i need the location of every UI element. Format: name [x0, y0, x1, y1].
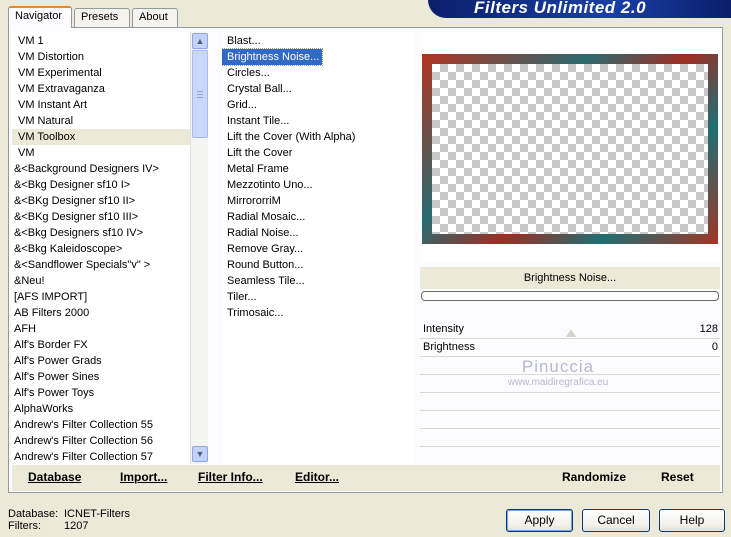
filter-item[interactable]: Round Button... — [222, 257, 306, 273]
param-label: Brightness — [423, 341, 475, 353]
reset-button[interactable]: Reset — [661, 470, 694, 484]
filter-item[interactable]: Radial Mosaic... — [222, 209, 308, 225]
filter-item[interactable]: Lift the Cover — [222, 145, 295, 161]
filter-item[interactable]: Mezzotinto Uno... — [222, 177, 316, 193]
param-row-empty — [420, 447, 720, 465]
filter-item[interactable]: Metal Frame — [222, 161, 292, 177]
filter-item[interactable]: Tiler... — [222, 289, 260, 305]
filter-item[interactable]: Radial Noise... — [222, 225, 302, 241]
current-filter-name: Brightness Noise... — [420, 267, 720, 289]
tab-about[interactable]: About — [132, 8, 178, 27]
category-item[interactable]: VM Instant Art — [12, 97, 190, 113]
category-item[interactable]: VM Experimental — [12, 65, 190, 81]
param-row-brightness[interactable]: Brightness 0 — [420, 339, 720, 357]
editor-button[interactable]: Editor... — [295, 470, 339, 484]
param-row-intensity[interactable]: Intensity 128 — [420, 321, 720, 339]
category-item[interactable]: Andrew's Filter Collection 56 — [12, 433, 190, 449]
param-label: Intensity — [423, 323, 464, 335]
filter-item[interactable]: Remove Gray... — [222, 241, 306, 257]
param-row-empty — [420, 357, 720, 375]
category-item[interactable]: AlphaWorks — [12, 401, 190, 417]
filter-item[interactable]: Grid... — [222, 97, 260, 113]
filter-item[interactable]: Crystal Ball... — [222, 81, 295, 97]
filter-item[interactable]: Circles... — [222, 65, 273, 81]
param-row-empty — [420, 429, 720, 447]
database-value: ICNET-Filters — [64, 508, 130, 520]
progress-bar — [421, 291, 719, 301]
apply-button[interactable]: Apply — [506, 509, 573, 532]
category-item[interactable]: &<Bkg Kaleidoscope> — [12, 241, 190, 257]
filter-item[interactable]: Brightness Noise... — [222, 48, 324, 66]
category-item[interactable]: VM Extravaganza — [12, 81, 190, 97]
scroll-up-button[interactable]: ▲ — [192, 33, 208, 49]
database-label: Database: — [8, 508, 59, 520]
randomize-button[interactable]: Randomize — [562, 470, 626, 484]
param-row-empty — [420, 375, 720, 393]
parameters-panel: Intensity 128 Brightness 0 — [420, 321, 720, 463]
category-item[interactable]: AB Filters 2000 — [12, 305, 190, 321]
category-item[interactable]: &<Background Designers IV> — [12, 161, 190, 177]
tab-presets[interactable]: Presets — [74, 8, 130, 27]
category-item[interactable]: &Neu! — [12, 273, 190, 289]
category-item[interactable]: VM — [12, 145, 190, 161]
category-item[interactable]: &<BKg Designer sf10 III> — [12, 209, 190, 225]
filter-item[interactable]: Seamless Tile... — [222, 273, 308, 289]
param-value: 128 — [699, 323, 718, 335]
action-bar: Database Import... Filter Info... Editor… — [12, 465, 720, 491]
filter-list[interactable]: Blast... Brightness Noise... Circles... Cry… — [222, 32, 414, 464]
filters-count-value: 1207 — [64, 520, 89, 532]
category-item[interactable]: Alf's Power Toys — [12, 385, 190, 401]
category-item[interactable]: VM Distortion — [12, 49, 190, 65]
filter-info-button[interactable]: Filter Info... — [198, 470, 263, 484]
filter-item[interactable]: Trimosaic... — [222, 305, 286, 321]
slider-marker[interactable] — [566, 329, 576, 337]
database-button[interactable]: Database — [28, 470, 81, 484]
filter-item[interactable]: Blast... — [222, 33, 264, 49]
transparency-checkerboard — [432, 64, 708, 234]
param-value: 0 — [711, 341, 718, 353]
category-item[interactable]: VM Toolbox — [12, 129, 190, 145]
category-item[interactable]: &<BKg Designer sf10 II> — [12, 193, 190, 209]
param-row-empty — [420, 393, 720, 411]
tab-navigator[interactable]: Navigator — [8, 6, 72, 28]
category-item[interactable]: [AFS IMPORT] — [12, 289, 190, 305]
scroll-thumb[interactable] — [192, 50, 208, 138]
category-item[interactable]: VM 1 — [12, 33, 190, 49]
category-item[interactable]: Alf's Power Sines — [12, 369, 190, 385]
category-list[interactable]: VM 1 VM Distortion VM Experimental VM Extra… — [12, 32, 190, 464]
category-item[interactable]: VM Natural — [12, 113, 190, 129]
preview-area — [420, 32, 720, 262]
category-item[interactable]: Andrew's Filter Collection 57 — [12, 449, 190, 464]
import-button[interactable]: Import... — [120, 470, 167, 484]
category-item[interactable]: &<Bkg Designers sf10 IV> — [12, 225, 190, 241]
preview-image — [422, 54, 718, 244]
category-item[interactable]: Andrew's Filter Collection 55 — [12, 417, 190, 433]
filter-item[interactable]: MirrororriM — [222, 193, 284, 209]
category-item[interactable]: &<Bkg Designer sf10 I> — [12, 177, 190, 193]
help-button[interactable]: Help — [659, 509, 725, 532]
scroll-down-button[interactable]: ▼ — [192, 446, 208, 462]
category-item[interactable]: Alf's Power Grads — [12, 353, 190, 369]
category-item[interactable]: AFH — [12, 321, 190, 337]
cancel-button[interactable]: Cancel — [582, 509, 650, 532]
filter-item[interactable]: Lift the Cover (With Alpha) — [222, 129, 358, 145]
category-item[interactable]: &<Sandflower Specials"v" > — [12, 257, 190, 273]
filter-item[interactable]: Instant Tile... — [222, 113, 292, 129]
category-scrollbar[interactable]: ▲ ▼ — [190, 32, 208, 464]
brand-logo: Filters Unlimited 2.0 — [428, 0, 731, 18]
category-item[interactable]: Alf's Border FX — [12, 337, 190, 353]
filters-count-label: Filters: — [8, 520, 41, 532]
param-row-empty — [420, 411, 720, 429]
